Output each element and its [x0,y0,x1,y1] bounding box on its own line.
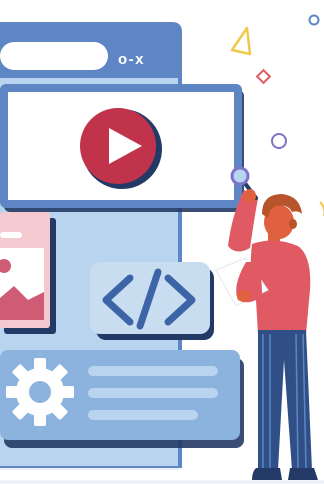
address-bar [0,42,108,70]
person-ear [289,219,297,229]
person-hand [244,189,256,203]
image-icon [0,248,44,320]
settings-panel [0,350,244,448]
image-card-header-bar [0,232,22,238]
image-card [0,212,56,334]
window-controls[interactable]: o-x [118,51,145,68]
small-circle-outline [308,14,320,26]
video-card [0,84,244,212]
corner-shape [319,201,324,216]
person-shoe-left [252,468,282,480]
web-developer-illustration: o-x [0,14,324,484]
person-shoe-right [288,468,318,480]
illustration-stage: o-x [0,0,324,484]
gear-icon[interactable] [6,358,74,426]
code-card [90,262,214,340]
diamond-outline [255,68,272,85]
person-lower-hand [237,290,251,302]
triangle-outline [230,26,252,56]
circle-outline [271,133,287,149]
